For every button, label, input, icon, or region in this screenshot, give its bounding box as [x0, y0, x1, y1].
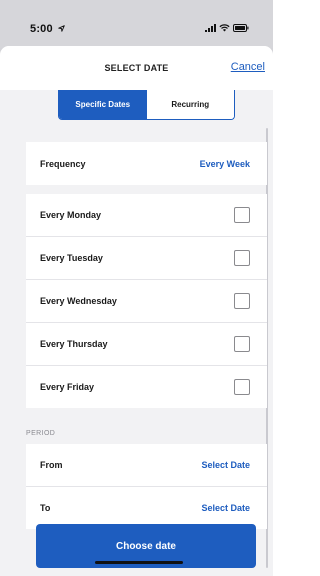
period-from-row[interactable]: From Select Date [26, 444, 267, 487]
weekday-label-monday: Every Monday [40, 210, 102, 220]
segment-band: Specific Dates Recurring [0, 90, 273, 130]
weekday-list: Every Monday Every Tuesday Every Wednesd… [26, 194, 267, 408]
cancel-button[interactable]: Cancel [231, 61, 265, 73]
frequency-card: Frequency Every Week [26, 142, 267, 185]
weekday-label-tuesday: Every Tuesday [40, 253, 103, 263]
status-time-text: 5:00 [30, 23, 53, 35]
tab-specific-dates[interactable]: Specific Dates [59, 90, 147, 119]
period-section-label: PERIOD [26, 430, 56, 437]
thursday-checkbox[interactable] [234, 336, 250, 352]
weekday-row-monday[interactable]: Every Monday [26, 194, 267, 237]
battery-icon [233, 24, 249, 32]
from-label: From [40, 460, 63, 470]
weekday-row-thursday[interactable]: Every Thursday [26, 323, 267, 366]
monday-checkbox[interactable] [234, 207, 250, 223]
date-mode-segmented-control: Specific Dates Recurring [58, 90, 235, 120]
weekday-row-friday[interactable]: Every Friday [26, 366, 267, 408]
to-label: To [40, 503, 51, 513]
period-to-row[interactable]: To Select Date [26, 487, 267, 529]
weekday-row-wednesday[interactable]: Every Wednesday [26, 280, 267, 323]
bottom-strip [0, 568, 273, 576]
home-indicator [95, 561, 183, 564]
weekday-label-thursday: Every Thursday [40, 339, 108, 349]
status-time: 5:00 [30, 23, 65, 35]
frequency-label: Frequency [40, 158, 86, 169]
location-arrow-icon [58, 25, 65, 32]
select-date-sheet: SELECT DATE Cancel Specific Dates Recurr… [0, 46, 273, 576]
wednesday-checkbox[interactable] [234, 293, 250, 309]
period-card: From Select Date To Select Date [26, 444, 267, 529]
to-select-date-link[interactable]: Select Date [201, 503, 250, 513]
sheet-header: SELECT DATE Cancel [0, 46, 273, 91]
phone-screen: 5:00 SELECT DATE Cancel Specific Dates R… [0, 0, 273, 576]
status-icons [205, 24, 249, 32]
weekday-label-wednesday: Every Wednesday [40, 296, 117, 306]
frequency-row[interactable]: Frequency Every Week [26, 142, 267, 185]
weekday-label-friday: Every Friday [40, 382, 95, 392]
tab-recurring[interactable]: Recurring [146, 90, 234, 119]
from-select-date-link[interactable]: Select Date [201, 460, 250, 470]
frequency-value[interactable]: Every Week [200, 159, 250, 169]
weekday-row-tuesday[interactable]: Every Tuesday [26, 237, 267, 280]
wifi-icon [219, 24, 230, 32]
status-bar: 5:00 [0, 0, 273, 48]
friday-checkbox[interactable] [234, 379, 250, 395]
cellular-signal-icon [205, 24, 216, 32]
tuesday-checkbox[interactable] [234, 250, 250, 266]
